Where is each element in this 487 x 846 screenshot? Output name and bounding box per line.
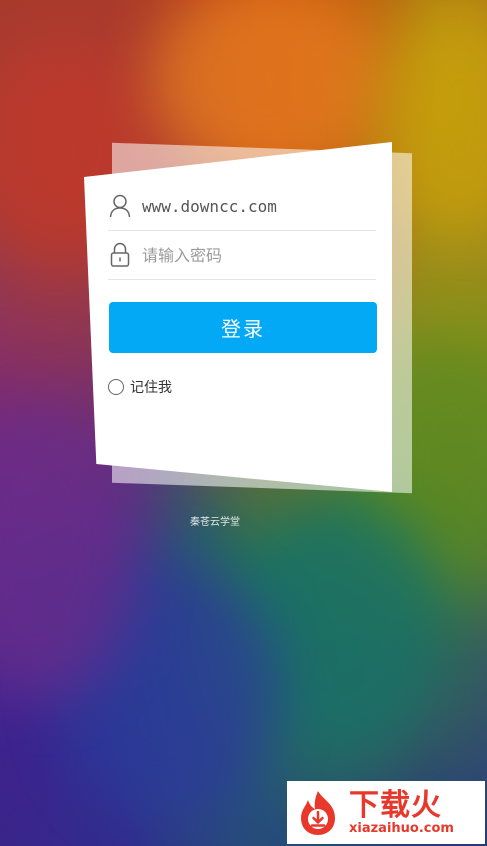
username-field — [108, 182, 376, 231]
watermark: 下载火 xiazaihuo.com — [287, 781, 485, 844]
password-input[interactable] — [140, 244, 364, 266]
watermark-brand-cn: 下载火 — [349, 787, 442, 823]
password-field — [108, 231, 376, 280]
lock-icon — [108, 242, 132, 268]
remember-me-radio[interactable] — [108, 379, 124, 395]
login-button[interactable]: 登录 — [109, 302, 377, 353]
remember-me-option[interactable]: 记住我 — [108, 377, 172, 397]
flame-download-icon — [293, 788, 343, 838]
watermark-brand-en: xiazaihuo.com — [349, 820, 454, 836]
remember-me-label: 记住我 — [130, 380, 172, 396]
user-icon — [108, 193, 132, 219]
footer-text: 秦苍云学堂 — [190, 517, 240, 528]
username-input[interactable] — [140, 195, 364, 217]
